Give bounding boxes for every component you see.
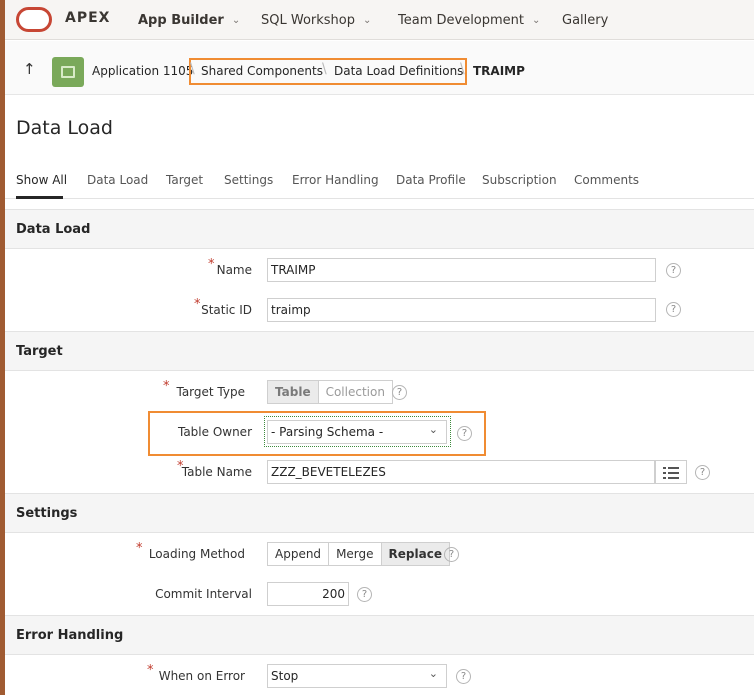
breadcrumb-separator: \ <box>460 61 465 77</box>
breadcrumb-application[interactable]: Application 1105 <box>92 64 193 78</box>
region-title: Settings <box>16 506 78 521</box>
commit-interval-input[interactable]: 200 <box>267 582 349 606</box>
loading-method-radio-group: Append Merge Replace <box>267 542 450 566</box>
when-on-error-select[interactable]: Stop ⌄ <box>267 664 447 688</box>
tab-comments[interactable]: Comments <box>574 173 639 187</box>
loading-method-replace[interactable]: Replace <box>380 543 449 565</box>
region-header-target: Target <box>5 331 754 371</box>
when-on-error-label: When on Error <box>158 669 245 683</box>
commit-interval-label: Commit Interval <box>155 587 252 601</box>
region-header-data-load: Data Load <box>5 209 754 249</box>
target-type-collection[interactable]: Collection <box>317 381 392 403</box>
oracle-logo-icon[interactable] <box>16 7 52 32</box>
tab-error-handling[interactable]: Error Handling <box>292 173 379 187</box>
loading-method-label: Loading Method <box>148 547 245 561</box>
tab-data-profile[interactable]: Data Profile <box>396 173 466 187</box>
region-title: Error Handling <box>16 628 124 643</box>
tab-data-load[interactable]: Data Load <box>87 173 148 187</box>
table-owner-label: Table Owner <box>177 425 252 439</box>
nav-label: SQL Workshop <box>261 12 355 28</box>
help-icon[interactable]: ? <box>695 465 710 480</box>
help-icon[interactable]: ? <box>456 669 471 684</box>
tab-subscription[interactable]: Subscription <box>482 173 557 187</box>
target-type-radio-group: Table Collection <box>267 380 393 404</box>
region-header-settings: Settings <box>5 493 754 533</box>
chevron-down-icon: ⌄ <box>428 423 438 436</box>
tab-target[interactable]: Target <box>166 173 203 187</box>
chevron-down-icon: ⌄ <box>363 14 372 26</box>
region-title: Target <box>16 344 63 359</box>
region-title: Data Load <box>16 222 91 237</box>
tab-show-all[interactable]: Show All <box>16 173 67 187</box>
chevron-down-icon: ⌄ <box>532 14 541 26</box>
select-value: Stop <box>271 669 299 683</box>
help-icon[interactable]: ? <box>457 426 472 441</box>
name-input[interactable]: TRAIMP <box>267 258 656 282</box>
breadcrumb-shared-components[interactable]: Shared Components <box>201 64 323 78</box>
list-icon[interactable] <box>655 460 687 484</box>
breadcrumb-separator: \ <box>322 61 327 77</box>
region-header-error-handling: Error Handling <box>5 615 754 655</box>
chevron-down-icon: ⌄ <box>428 667 438 680</box>
breadcrumb-bar: ↑ Application 1105 \ Shared Components \… <box>5 41 754 95</box>
target-type-label: Target Type <box>176 385 245 399</box>
nav-gallery[interactable]: Gallery <box>562 0 608 40</box>
static-id-label: Static ID <box>201 303 252 317</box>
breadcrumb-current: TRAIMP <box>473 64 525 78</box>
tab-bar: Show All Data Load Target Settings Error… <box>5 165 754 199</box>
nav-label: Team Development <box>398 12 525 28</box>
top-nav-bar: APEX App Builder ⌄ SQL Workshop ⌄ Team D… <box>5 0 754 40</box>
help-icon[interactable]: ? <box>444 547 459 562</box>
name-label: Name <box>216 263 252 277</box>
nav-label: Gallery <box>562 12 609 28</box>
select-value: - Parsing Schema - <box>271 425 384 439</box>
nav-sql-workshop[interactable]: SQL Workshop ⌄ <box>261 0 371 40</box>
breadcrumb-data-load-definitions[interactable]: Data Load Definitions <box>334 64 463 78</box>
chevron-down-icon: ⌄ <box>231 14 241 26</box>
active-tab-indicator <box>16 196 63 199</box>
table-owner-select[interactable]: - Parsing Schema - ⌄ <box>267 420 447 444</box>
application-icon[interactable] <box>52 57 84 87</box>
nav-app-builder[interactable]: App Builder ⌄ <box>138 0 240 40</box>
loading-method-append[interactable]: Append <box>268 543 329 565</box>
tab-settings[interactable]: Settings <box>224 173 273 187</box>
help-icon[interactable]: ? <box>666 302 681 317</box>
breadcrumb-separator: \ <box>190 61 195 77</box>
help-icon[interactable]: ? <box>666 263 681 278</box>
table-name-label: Table Name <box>181 465 252 479</box>
static-id-input[interactable]: traimp <box>267 298 656 322</box>
help-icon[interactable]: ? <box>357 587 372 602</box>
target-type-table[interactable]: Table <box>268 381 318 403</box>
loading-method-merge[interactable]: Merge <box>328 543 381 565</box>
apex-brand[interactable]: APEX <box>65 10 110 26</box>
help-icon[interactable]: ? <box>392 385 407 400</box>
nav-team-development[interactable]: Team Development ⌄ <box>398 0 540 40</box>
app-window: APEX App Builder ⌄ SQL Workshop ⌄ Team D… <box>5 0 754 695</box>
arrow-up-icon[interactable]: ↑ <box>23 60 36 78</box>
nav-label: App Builder <box>138 12 224 28</box>
table-name-input[interactable]: ZZZ_BEVETELEZES <box>267 460 655 484</box>
page-title: Data Load <box>16 117 113 139</box>
